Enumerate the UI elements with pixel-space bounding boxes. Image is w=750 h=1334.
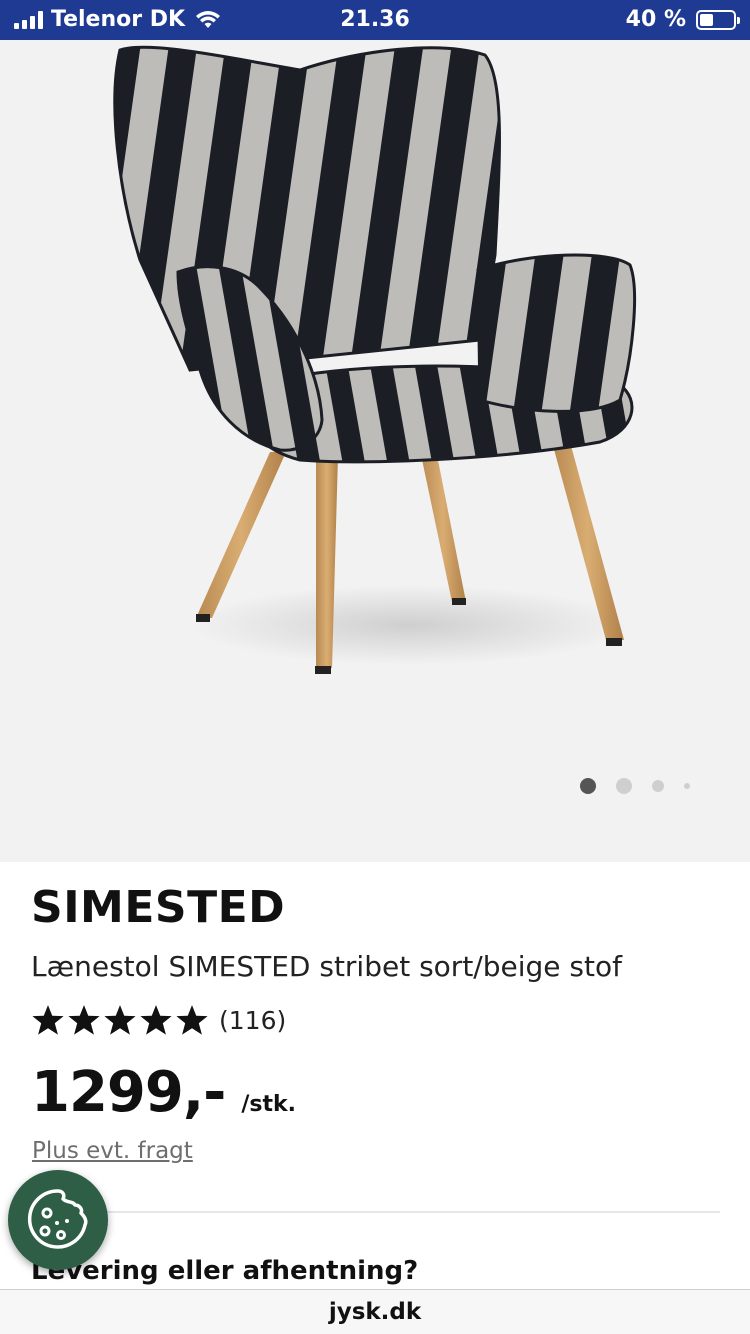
- url-text: jysk.dk: [328, 1299, 422, 1325]
- product-title: SIMESTED: [31, 882, 286, 933]
- product-price: 1299,- /stk.: [31, 1060, 296, 1125]
- star-icon: [140, 1005, 172, 1035]
- cookie-icon: [27, 1189, 88, 1249]
- rating-stars: [31, 1003, 209, 1037]
- gallery-dot[interactable]: [652, 780, 664, 792]
- delivery-heading[interactable]: Levering eller afhentning?: [31, 1256, 418, 1286]
- product-description: Lænestol SIMESTED stribet sort/beige sto…: [31, 950, 622, 983]
- gallery-dot[interactable]: [616, 778, 632, 794]
- battery-icon: [696, 9, 740, 30]
- star-icon: [176, 1005, 208, 1035]
- cookie-settings-button[interactable]: [8, 1170, 108, 1270]
- browser-address-bar[interactable]: jysk.dk: [0, 1289, 750, 1334]
- star-icon: [68, 1005, 100, 1035]
- review-count: (116): [219, 1005, 287, 1035]
- product-image-gallery[interactable]: [0, 40, 750, 862]
- gallery-dot[interactable]: [580, 778, 596, 794]
- product-image: [113, 45, 637, 674]
- price-unit: /stk.: [241, 1092, 297, 1117]
- gallery-dot[interactable]: [684, 783, 690, 789]
- battery-percentage: 40 %: [625, 7, 686, 32]
- battery-status: 40 %: [625, 7, 740, 32]
- star-icon: [32, 1005, 64, 1035]
- product-rating[interactable]: (116): [31, 1003, 286, 1037]
- section-divider: [32, 1211, 720, 1213]
- star-icon: [104, 1005, 136, 1035]
- status-bar: Telenor DK 21.36 40 %: [0, 0, 750, 40]
- shipping-link[interactable]: Plus evt. fragt: [32, 1138, 193, 1164]
- price-value: 1299,-: [31, 1060, 226, 1125]
